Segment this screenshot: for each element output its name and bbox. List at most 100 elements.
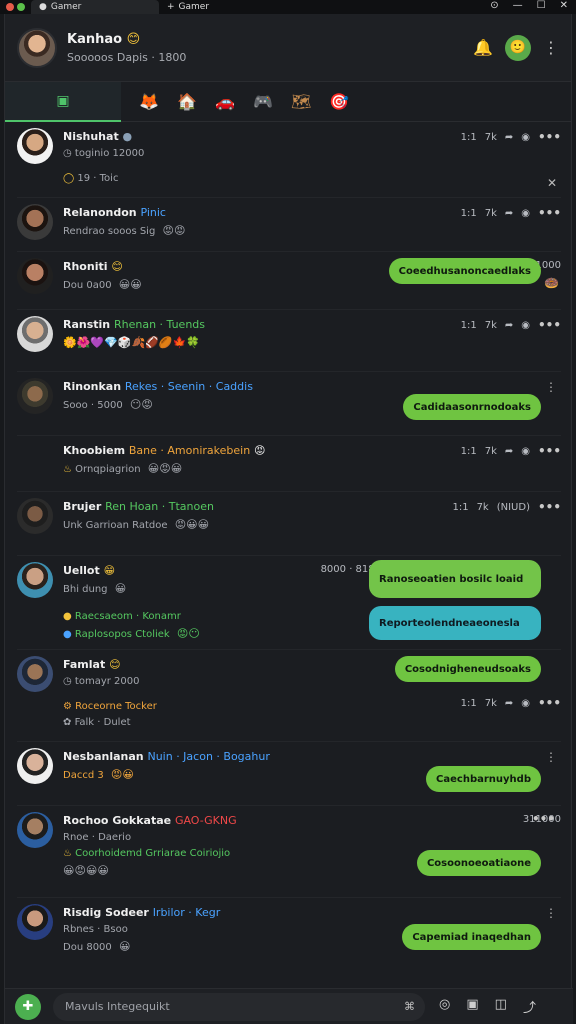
avatar[interactable]: [17, 27, 57, 68]
name-tag: Nuin · Jacon · Bogahur: [147, 750, 270, 763]
tab-title-2: Gamer: [178, 2, 210, 12]
more-icon[interactable]: •••: [538, 130, 561, 144]
list-item[interactable]: Rochoo Gokkatae GAO-GKNG Rnoe · Daerio ♨…: [17, 806, 561, 898]
meta-count: 7k: [476, 501, 489, 513]
list-item[interactable]: Ranstin Rhenan · Tuends 🌼🌺💜💎🎲🍂🏈🏉🍁🍀 1:1 7k…: [17, 310, 561, 372]
message-bubble[interactable]: Cosoonoeoatiaone: [416, 850, 541, 876]
close-icon[interactable]: ✕: [547, 176, 557, 190]
avatar[interactable]: [17, 656, 53, 692]
tab-car[interactable]: 🚗: [215, 92, 235, 111]
message-bubble[interactable]: Caechbarnuyhdb: [426, 766, 541, 792]
message-bubble[interactable]: Coeedhusanoncaedlaks: [388, 258, 541, 284]
close-icon[interactable]: ✕: [560, 0, 568, 11]
item-body: Famlat 😊 ◷ tomayr 2000 ⚙ Roceorne Tocker…: [63, 650, 561, 741]
user-avatar-button[interactable]: 🙂: [505, 34, 531, 61]
avatar[interactable]: [17, 904, 53, 940]
record-icon[interactable]: ◉: [521, 208, 530, 219]
list-item[interactable]: Uellot 😁 Bhi dung 😀 ● Raecsaeom · Konamr…: [17, 556, 561, 650]
avatar[interactable]: [17, 204, 53, 240]
message-input[interactable]: Mavuls Integequikt ⌘: [53, 992, 425, 1021]
list-item[interactable]: Khoobiem Bane · Amonirakebein 😡 ♨ Ornqpi…: [17, 436, 561, 492]
name-text: Relanondon: [63, 206, 137, 219]
browser-tab-new[interactable]: + Gamer: [159, 0, 287, 14]
minimize-icon[interactable]: —: [513, 0, 523, 11]
avatar[interactable]: [17, 812, 53, 848]
more-icon[interactable]: •••: [538, 444, 561, 458]
item-body: Rhoniti 😊 Dou 0a00 😀😀 331000 Coeedhusano…: [63, 252, 561, 309]
avatar[interactable]: [17, 562, 53, 598]
subtitle-extra: Dapis · 1800: [116, 50, 187, 64]
list-item[interactable]: Rhoniti 😊 Dou 0a00 😀😀 331000 Coeedhusano…: [17, 252, 561, 310]
avatar[interactable]: [17, 258, 53, 294]
browser-tab-active[interactable]: ● Gamer: [31, 0, 159, 14]
share-icon[interactable]: ➦: [505, 446, 513, 457]
meta-time: 1:1: [460, 697, 477, 709]
more-icon[interactable]: •••: [538, 500, 561, 514]
message-bubble[interactable]: Capemiad inaqedhan: [402, 924, 541, 950]
list-item[interactable]: Relanondon Pinic Rendrao sooos Sig 😡😡 1:…: [17, 198, 561, 252]
list-item[interactable]: Brujer Ren Hoan · Ttanoen Unk Garrioan R…: [17, 492, 561, 556]
more-icon[interactable]: •••: [538, 696, 561, 710]
list-item[interactable]: Risdig Sodeer Irbilor · Kegr Rbnes · Bso…: [17, 898, 561, 960]
message-bubble-2[interactable]: Reporteolendneaeonesla: [369, 606, 541, 640]
new-tab-icon[interactable]: +: [167, 2, 175, 12]
avatar[interactable]: [17, 498, 53, 534]
tab-home[interactable]: ▣: [5, 81, 121, 122]
tab-title: Gamer: [50, 2, 82, 12]
record-icon[interactable]: ◉: [521, 320, 530, 331]
avatar[interactable]: [17, 378, 53, 414]
avatar[interactable]: [17, 128, 53, 164]
tab-fox[interactable]: 🦊: [139, 92, 159, 111]
maximize-icon[interactable]: ☐: [537, 0, 546, 11]
more-icon[interactable]: ⋮: [545, 380, 557, 394]
share-icon[interactable]: ➦: [505, 208, 513, 219]
notification-icon[interactable]: 🔔: [473, 38, 493, 57]
item-body: Risdig Sodeer Irbilor · Kegr Rbnes · Bso…: [63, 898, 561, 960]
avatar[interactable]: [17, 316, 53, 352]
emoji-icon[interactable]: ◎: [439, 997, 450, 1016]
more-icon[interactable]: •••: [538, 318, 561, 332]
tab-map[interactable]: 🗺: [291, 92, 311, 111]
share-icon[interactable]: ➦: [505, 132, 513, 143]
record-icon[interactable]: ◉: [521, 698, 530, 709]
send-icon[interactable]: ⤴: [523, 997, 536, 1016]
message-bubble[interactable]: Ranoseoatien bosilc loaid: [369, 560, 541, 598]
item-sub: Rendrao sooos Sig 😡😡: [63, 224, 561, 237]
more-icon[interactable]: ⋮: [543, 38, 559, 57]
share-icon[interactable]: ➦: [505, 698, 513, 709]
tab-target[interactable]: 🎯: [329, 92, 349, 111]
more-icon[interactable]: •••: [538, 206, 561, 220]
attach-icon[interactable]: ⌘: [404, 1000, 415, 1013]
record-icon[interactable]: ◉: [521, 446, 530, 457]
close-dot[interactable]: [6, 3, 14, 11]
name-text: Ranstin: [63, 318, 111, 331]
share-icon[interactable]: ➦: [505, 320, 513, 331]
zoom-dot[interactable]: [17, 3, 25, 11]
image-icon[interactable]: ▣: [466, 997, 478, 1016]
settings-icon[interactable]: ⊙: [490, 0, 498, 11]
list-item[interactable]: Famlat 😊 ◷ tomayr 2000 ⚙ Roceorne Tocker…: [17, 650, 561, 742]
item-extra: ◯ 19 · Toic: [63, 173, 561, 184]
profile-header: Kanhao 😊 Sooooos Dapis · 1800 🔔 🙂 ⋮: [5, 14, 571, 82]
tab-house[interactable]: 🏠: [177, 92, 197, 111]
tab-game[interactable]: 🎮: [253, 92, 273, 111]
badge-icon: 😁: [103, 564, 116, 577]
sub-text: Sooo · 5000: [63, 400, 123, 411]
sub-text: Daccd 3: [63, 770, 104, 781]
list-item[interactable]: Nishuhat ● ◷ toginio 12000 ◯ 19 · Toic 1…: [17, 122, 561, 198]
avatar[interactable]: [17, 748, 53, 784]
list-item[interactable]: Nesbanlanan Nuin · Jacon · Bogahur Daccd…: [17, 742, 561, 806]
header-actions: 🔔 🙂 ⋮: [473, 34, 559, 61]
message-bubble[interactable]: Cadidaasonrnodoaks: [403, 394, 541, 420]
message-bubble[interactable]: Cosodnigheneudsoaks: [394, 656, 541, 682]
more-icon[interactable]: ⋮: [545, 906, 557, 920]
more-icon[interactable]: ⋮: [545, 750, 557, 764]
sticker-icon[interactable]: ◫: [495, 997, 507, 1016]
list-item[interactable]: Rinonkan Rekes · Seenin · Caddis Sooo · …: [17, 372, 561, 436]
record-icon[interactable]: ◉: [521, 132, 530, 143]
emoji-reactions: 😀😡😀😀: [63, 864, 109, 877]
more-icon[interactable]: •••: [532, 812, 555, 826]
add-button[interactable]: ✚: [15, 993, 41, 1020]
meta-time: 1:1: [460, 445, 477, 457]
emoji-reactions: 😡😀😀: [174, 518, 210, 531]
